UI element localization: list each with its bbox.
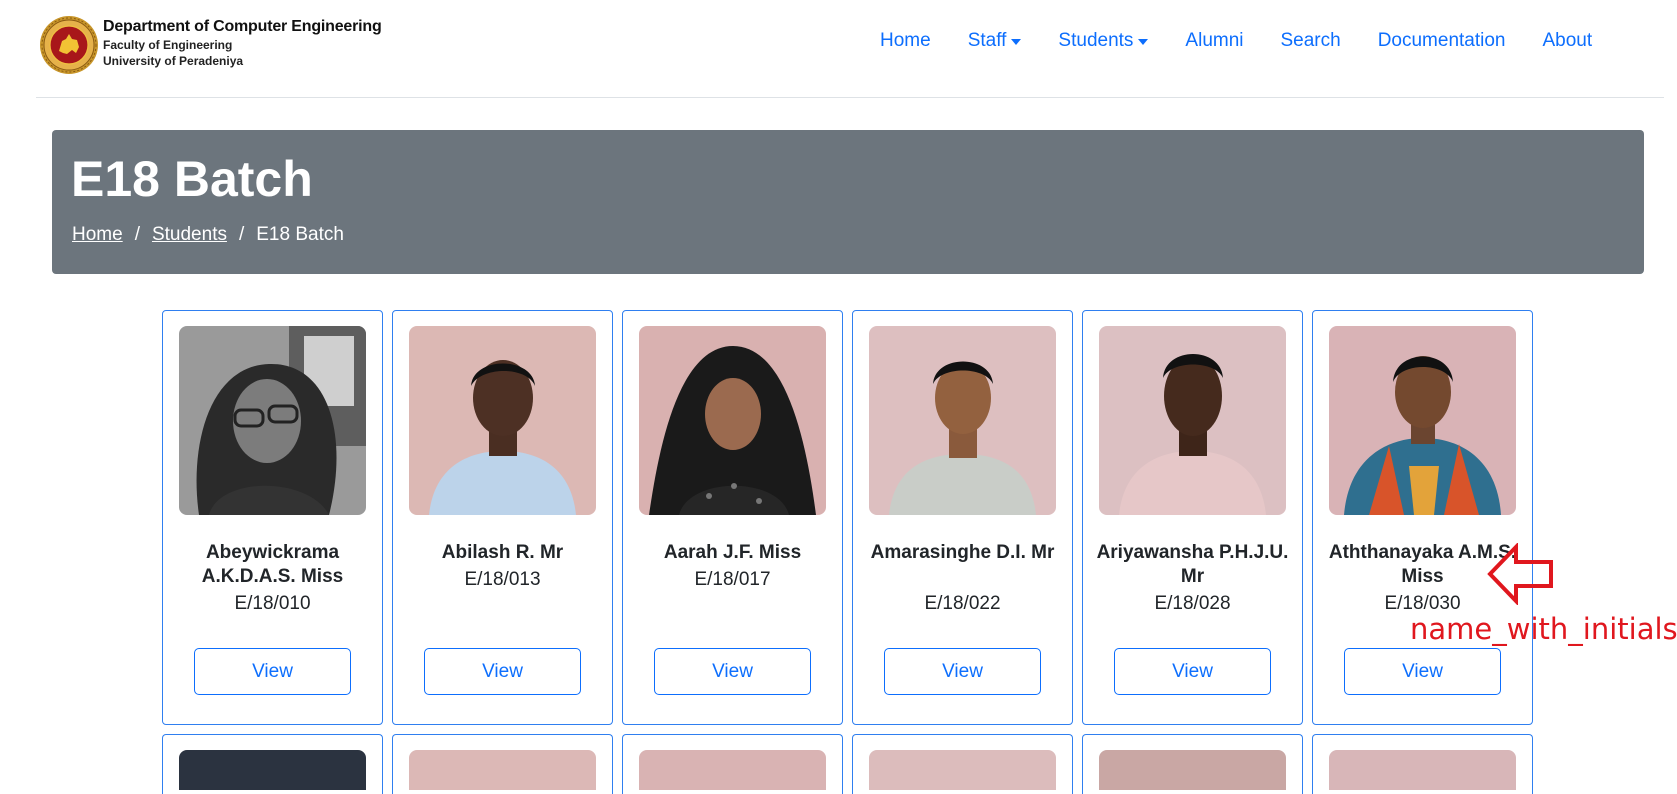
breadcrumb-current: E18 Batch xyxy=(256,224,344,245)
view-button[interactable]: View xyxy=(1344,648,1501,695)
nav-search[interactable]: Search xyxy=(1281,29,1341,53)
student-reg-no: E/18/028 xyxy=(1154,593,1231,614)
nav-documentation[interactable]: Documentation xyxy=(1378,29,1506,53)
student-card: Aarah J.F. Miss E/18/017 View xyxy=(622,310,843,725)
student-card xyxy=(622,734,843,794)
student-card: Abilash R. Mr E/18/013 View xyxy=(392,310,613,725)
student-card xyxy=(162,734,383,794)
nav-home[interactable]: Home xyxy=(880,29,931,53)
nav-staff[interactable]: Staff xyxy=(968,29,1022,53)
breadcrumb-students[interactable]: Students xyxy=(152,224,227,246)
view-button[interactable]: View xyxy=(194,648,351,695)
chevron-down-icon xyxy=(1011,39,1022,45)
student-card: Abeywickrama A.K.D.A.S. Miss E/18/010 Vi… xyxy=(162,310,383,725)
student-reg-no: E/18/017 xyxy=(694,569,771,590)
breadcrumb-separator: / xyxy=(134,224,140,245)
nav-documentation-label: Documentation xyxy=(1377,30,1506,51)
student-name: Aarah J.F. Miss xyxy=(663,542,802,563)
chevron-down-icon xyxy=(1138,39,1149,45)
breadcrumb-separator: / xyxy=(238,224,245,245)
university-logo-icon xyxy=(40,16,98,74)
student-grid: Abeywickrama A.K.D.A.S. Miss E/18/010 Vi… xyxy=(162,310,1562,794)
portrait-image xyxy=(1329,326,1516,515)
student-reg-no: E/18/022 xyxy=(924,593,1001,614)
nav-staff-label: Staff xyxy=(967,30,1007,51)
annotation-arrow-icon xyxy=(1487,543,1553,605)
nav-about-label: About xyxy=(1542,30,1593,51)
view-button[interactable]: View xyxy=(884,648,1041,695)
student-card xyxy=(852,734,1073,794)
breadcrumb-home[interactable]: Home xyxy=(72,224,123,246)
student-name: Ariyawansha P.H.J.U. Mr xyxy=(1096,542,1289,587)
student-card xyxy=(1312,734,1533,794)
navbar: Department of Computer Engineering Facul… xyxy=(36,0,1664,98)
student-photo xyxy=(869,326,1056,515)
portrait-image xyxy=(639,326,826,515)
student-photo xyxy=(409,750,596,790)
brand[interactable]: Department of Computer Engineering Facul… xyxy=(39,15,382,75)
nav-search-label: Search xyxy=(1280,30,1341,51)
portrait-image xyxy=(409,326,596,515)
page-header: E18 Batch Home / Students / E18 Batch xyxy=(52,130,1644,274)
nav-alumni[interactable]: Alumni xyxy=(1185,29,1243,53)
nav-about[interactable]: About xyxy=(1543,29,1593,53)
student-photo xyxy=(869,750,1056,790)
student-photo xyxy=(1329,326,1516,515)
student-reg-no: E/18/013 xyxy=(464,569,541,590)
student-card xyxy=(1082,734,1303,794)
view-button[interactable]: View xyxy=(654,648,811,695)
student-photo xyxy=(179,750,366,790)
main-nav: Home Staff Students Alumni Search Docume… xyxy=(880,29,1592,53)
page-title: E18 Batch xyxy=(71,151,313,207)
student-name: Abeywickrama A.K.D.A.S. Miss xyxy=(201,542,344,587)
nav-students-label: Students xyxy=(1058,30,1134,51)
student-photo xyxy=(1099,750,1286,790)
student-name: Amarasinghe D.I. Mr xyxy=(870,542,1055,563)
breadcrumb: Home / Students / E18 Batch xyxy=(72,224,344,246)
student-photo xyxy=(1329,750,1516,790)
nav-home-label: Home xyxy=(880,30,931,51)
student-card: Amarasinghe D.I. Mr E/18/022 View xyxy=(852,310,1073,725)
student-card: Ariyawansha P.H.J.U. Mr E/18/028 View xyxy=(1082,310,1303,725)
student-photo xyxy=(1099,326,1286,515)
student-photo xyxy=(409,326,596,515)
brand-university: University of Peradeniya xyxy=(103,54,244,68)
student-card xyxy=(392,734,613,794)
brand-faculty: Faculty of Engineering xyxy=(103,38,233,52)
portrait-image xyxy=(1099,326,1286,515)
view-button[interactable]: View xyxy=(424,648,581,695)
student-card: Aththanayaka A.M.S. Miss E/18/030 View xyxy=(1312,310,1533,725)
student-reg-no: E/18/010 xyxy=(234,593,311,614)
student-photo xyxy=(179,326,366,515)
brand-title: Department of Computer Engineering xyxy=(103,18,382,35)
nav-students[interactable]: Students xyxy=(1058,29,1149,53)
student-name: Abilash R. Mr xyxy=(441,542,564,563)
nav-alumni-label: Alumni xyxy=(1185,30,1244,51)
student-photo xyxy=(639,326,826,515)
annotation-label: name_with_initials xyxy=(1410,612,1677,646)
view-button[interactable]: View xyxy=(1114,648,1271,695)
portrait-image xyxy=(869,326,1056,515)
student-photo xyxy=(639,750,826,790)
portrait-image xyxy=(179,326,366,515)
